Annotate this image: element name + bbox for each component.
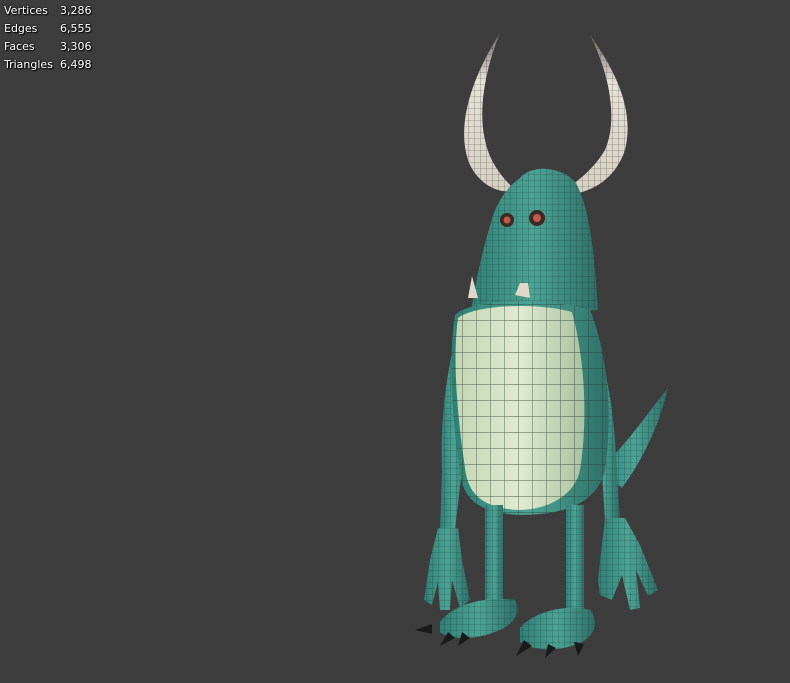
- right-leg: [566, 505, 584, 610]
- 3d-viewport[interactable]: Vertices 3,286 Edges 6,555 Faces 3,306 T…: [0, 0, 790, 683]
- body: [451, 300, 609, 515]
- left-hand: [424, 528, 470, 610]
- monster-model-wireframe[interactable]: [0, 0, 790, 683]
- left-horn: [464, 33, 515, 192]
- right-eye: [529, 210, 545, 226]
- right-horn: [560, 35, 628, 195]
- right-hand: [598, 518, 658, 610]
- left-foot: [415, 598, 518, 646]
- left-leg: [485, 505, 503, 605]
- head: [470, 168, 598, 320]
- right-foot: [516, 607, 595, 658]
- left-eye: [500, 213, 514, 227]
